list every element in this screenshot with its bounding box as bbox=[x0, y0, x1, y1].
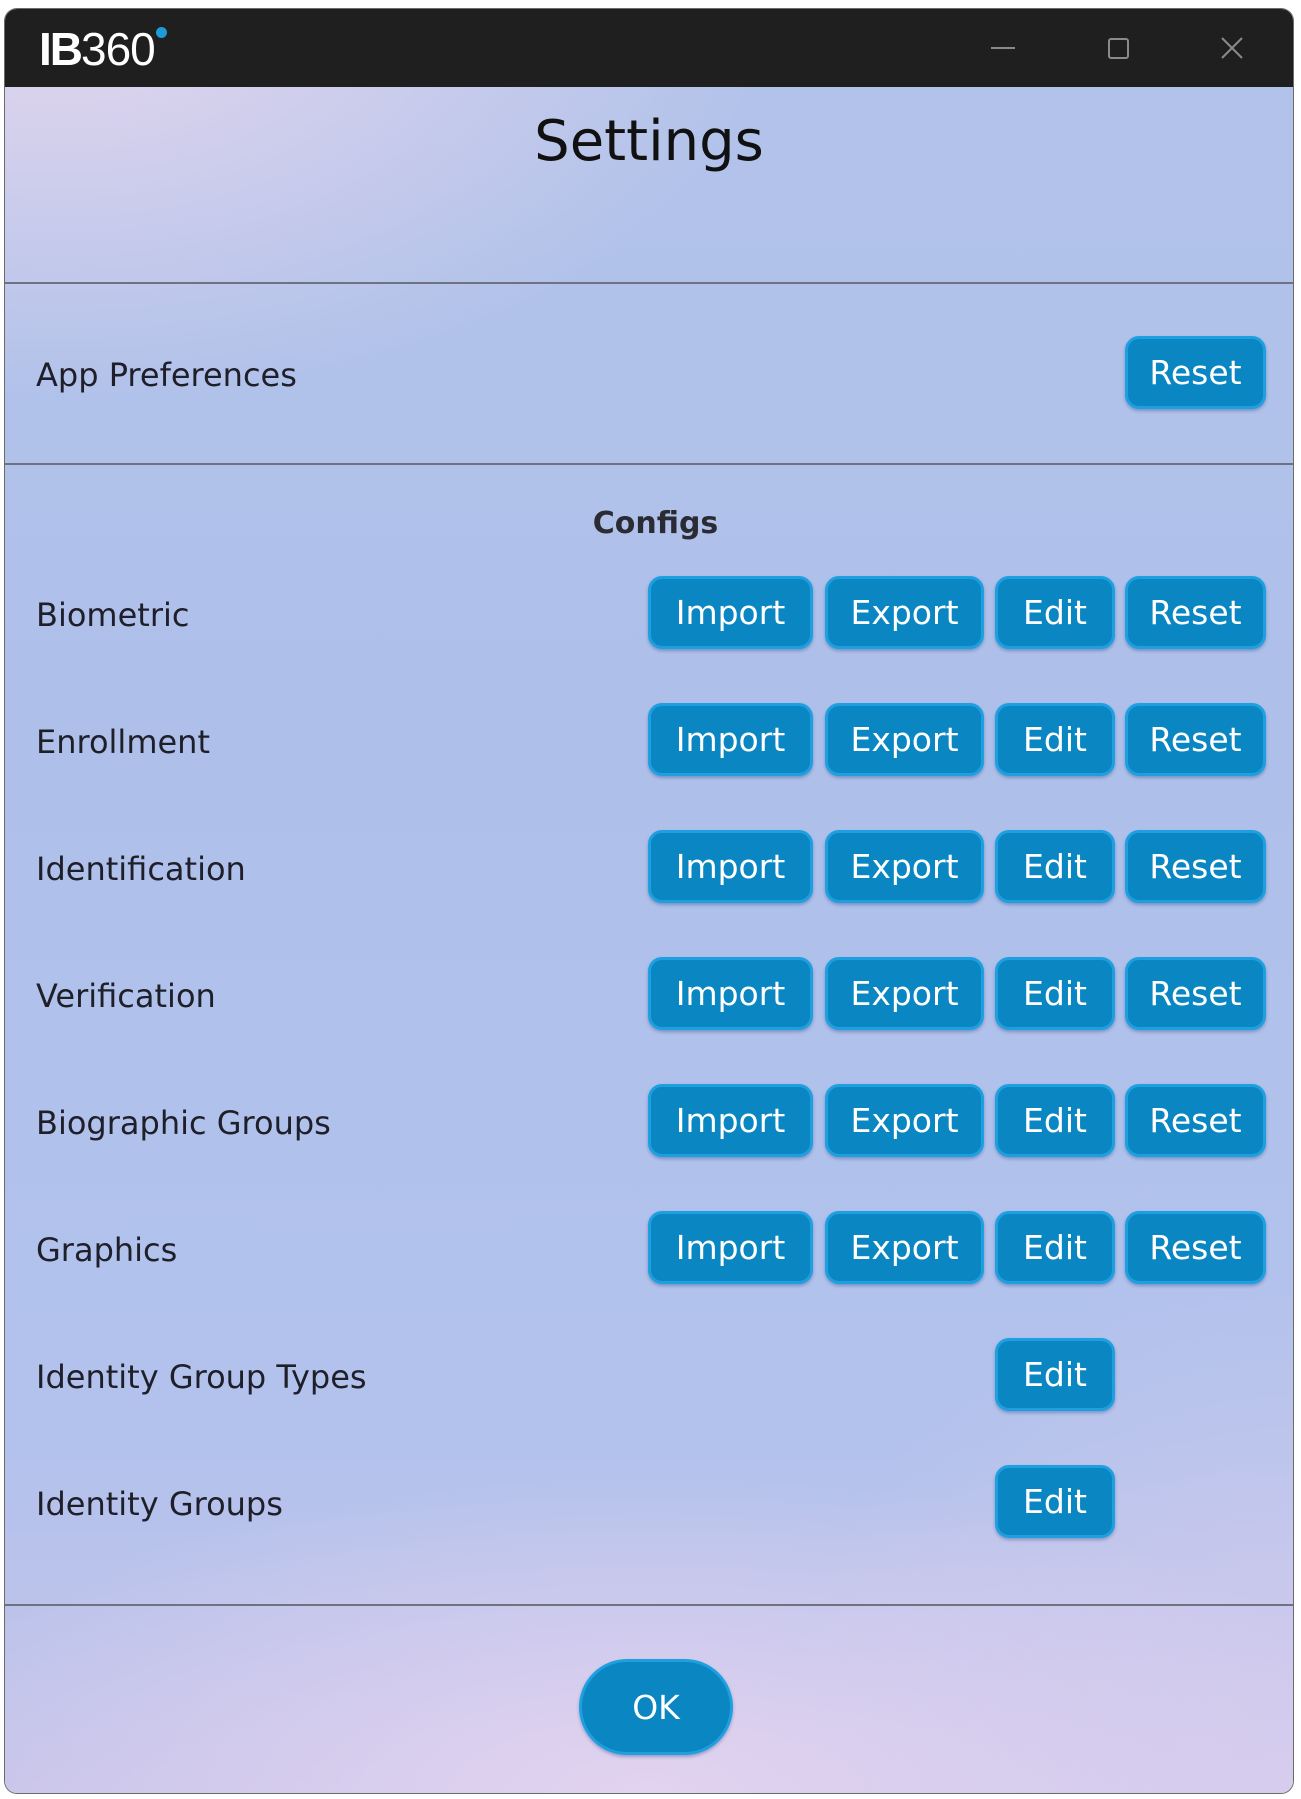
graphics-export-button[interactable]: Export bbox=[825, 1211, 984, 1284]
biographic-groups-reset-button[interactable]: Reset bbox=[1125, 1084, 1266, 1157]
config-row-identity-group-types-label: Identity Group Types bbox=[36, 1358, 367, 1396]
identification-edit-button[interactable]: Edit bbox=[995, 830, 1115, 903]
minimize-button[interactable] bbox=[968, 9, 1038, 87]
identification-export-button[interactable]: Export bbox=[825, 830, 984, 903]
config-row-enrollment-label: Enrollment bbox=[36, 723, 210, 761]
biographic-groups-export-button[interactable]: Export bbox=[825, 1084, 984, 1157]
page-title: Settings bbox=[534, 109, 764, 174]
logo-dot-icon bbox=[155, 27, 167, 38]
biometric-reset-button[interactable]: Reset bbox=[1125, 576, 1266, 649]
maximize-button[interactable] bbox=[1083, 9, 1153, 87]
divider bbox=[5, 282, 1293, 284]
enrollment-export-button[interactable]: Export bbox=[825, 703, 984, 776]
divider bbox=[5, 1604, 1293, 1606]
enrollment-reset-button[interactable]: Reset bbox=[1125, 703, 1266, 776]
graphics-import-button[interactable]: Import bbox=[648, 1211, 813, 1284]
identification-reset-button[interactable]: Reset bbox=[1125, 830, 1266, 903]
identification-import-button[interactable]: Import bbox=[648, 830, 813, 903]
divider bbox=[5, 463, 1293, 465]
config-row-biometric-label: Biometric bbox=[36, 596, 190, 634]
identity-groups-edit-button[interactable]: Edit bbox=[995, 1465, 1115, 1538]
biographic-groups-edit-button[interactable]: Edit bbox=[995, 1084, 1115, 1157]
settings-window: IB 360 Settings App Preferences Reset Co… bbox=[5, 9, 1293, 1793]
verification-export-button[interactable]: Export bbox=[825, 957, 984, 1030]
biographic-groups-import-button[interactable]: Import bbox=[648, 1084, 813, 1157]
close-button[interactable] bbox=[1197, 9, 1267, 87]
app-preferences-label: App Preferences bbox=[36, 356, 297, 394]
app-preferences-reset-button[interactable]: Reset bbox=[1125, 336, 1266, 409]
graphics-reset-button[interactable]: Reset bbox=[1125, 1211, 1266, 1284]
biometric-export-button[interactable]: Export bbox=[825, 576, 984, 649]
config-row-biographic-groups-label: Biographic Groups bbox=[36, 1104, 331, 1142]
logo-number-text: 360 bbox=[81, 23, 156, 75]
close-icon bbox=[1221, 37, 1243, 59]
ib360-logo: IB 360 bbox=[39, 25, 167, 73]
title-bar[interactable]: IB 360 bbox=[5, 9, 1293, 87]
graphics-edit-button[interactable]: Edit bbox=[995, 1211, 1115, 1284]
config-row-identity-groups-label: Identity Groups bbox=[36, 1485, 283, 1523]
config-row-graphics-label: Graphics bbox=[36, 1231, 178, 1269]
maximize-icon bbox=[1107, 37, 1129, 59]
verification-reset-button[interactable]: Reset bbox=[1125, 957, 1266, 1030]
config-row-verification-label: Verification bbox=[36, 977, 216, 1015]
verification-edit-button[interactable]: Edit bbox=[995, 957, 1115, 1030]
minimize-icon bbox=[991, 47, 1015, 49]
enrollment-edit-button[interactable]: Edit bbox=[995, 703, 1115, 776]
identity-group-types-edit-button[interactable]: Edit bbox=[995, 1338, 1115, 1411]
logo-ib-text: IB bbox=[39, 23, 83, 75]
ok-button[interactable]: OK bbox=[579, 1659, 733, 1755]
config-row-identification-label: Identification bbox=[36, 850, 246, 888]
configs-section-title: Configs bbox=[592, 506, 719, 541]
verification-import-button[interactable]: Import bbox=[648, 957, 813, 1030]
enrollment-import-button[interactable]: Import bbox=[648, 703, 813, 776]
biometric-import-button[interactable]: Import bbox=[648, 576, 813, 649]
biometric-edit-button[interactable]: Edit bbox=[995, 576, 1115, 649]
